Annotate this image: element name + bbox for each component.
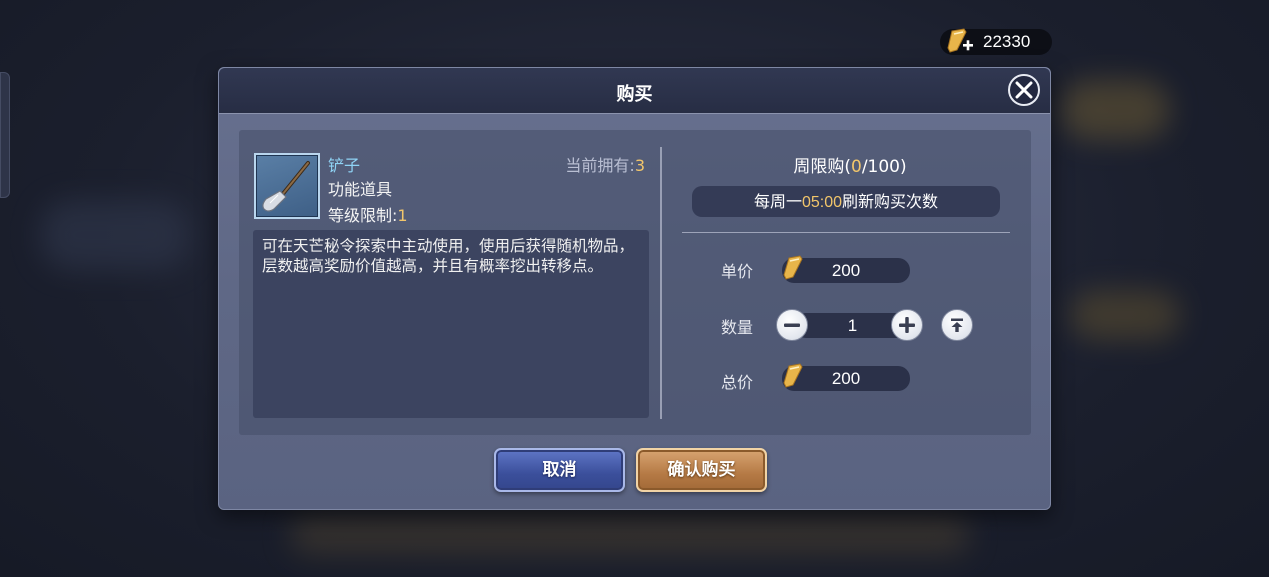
item-level-limit: 等级限制:1	[328, 202, 408, 226]
purchase-dialog: 购买 铲子 功能道具 等级限制:1 当前拥有:3 可在天芒秘令探索中主动使用，使…	[218, 67, 1051, 510]
weekly-limit: 周限购(0/100)	[684, 152, 1016, 177]
weekly-limit-bought: 0	[850, 157, 862, 177]
confirm-purchase-button[interactable]: 确认购买	[636, 448, 767, 492]
minus-icon	[784, 323, 800, 327]
refresh-suffix: 刷新购买次数	[842, 192, 939, 211]
background-blur	[40, 200, 190, 270]
weekly-limit-open: (	[844, 157, 851, 177]
weekly-limit-max: 100	[867, 157, 900, 177]
item-name: 铲子	[328, 156, 361, 175]
background-blur	[1060, 80, 1170, 140]
quantity-label: 数量	[721, 318, 754, 337]
item-level-value: 1	[397, 206, 408, 225]
background-blur	[290, 515, 970, 555]
cancel-button[interactable]: 取消	[494, 448, 625, 492]
total-price-display: 200	[782, 363, 910, 391]
shovel-icon	[262, 161, 310, 212]
vertical-divider	[660, 147, 662, 419]
side-tab	[0, 72, 10, 198]
dialog-header: 购买	[219, 68, 1050, 114]
item-description: 可在天芒秘令探索中主动使用，使用后获得随机物品，层数越高奖励价值越高，并且有概率…	[262, 237, 635, 275]
item-icon-frame[interactable]	[254, 153, 320, 219]
content-panel: 铲子 功能道具 等级限制:1 当前拥有:3 可在天芒秘令探索中主动使用，使用后获…	[239, 130, 1031, 435]
refresh-info: 每周一05:00刷新购买次数	[692, 186, 1000, 217]
item-level-label: 等级限制:	[328, 206, 398, 225]
dialog-title: 购买	[616, 84, 653, 105]
currency-display[interactable]: 22330	[940, 26, 1052, 56]
currency-amount: 22330	[983, 32, 1031, 51]
owned-count: 当前拥有:3	[565, 152, 645, 176]
owned-label: 当前拥有:	[565, 156, 635, 175]
plus-icon	[899, 317, 915, 333]
horizontal-divider	[682, 232, 1010, 233]
refresh-prefix: 每周一	[753, 192, 802, 211]
unit-price-label: 单价	[721, 262, 754, 281]
unit-price-display: 200	[782, 255, 910, 283]
item-type: 功能道具	[328, 180, 393, 199]
total-price-value: 200	[831, 369, 861, 388]
max-quantity-button[interactable]	[941, 309, 973, 341]
unit-price-value: 200	[831, 261, 861, 280]
refresh-time: 05:00	[801, 194, 843, 211]
total-price-label: 总价	[721, 373, 754, 392]
max-icon	[951, 318, 963, 332]
weekly-limit-close: )	[900, 157, 907, 177]
decrease-quantity-button[interactable]	[776, 309, 808, 341]
background-blur	[1070, 290, 1180, 340]
close-icon	[1015, 81, 1033, 99]
weekly-limit-label: 周限购	[793, 157, 845, 177]
close-button[interactable]	[1008, 74, 1040, 106]
item-description-box: 可在天芒秘令探索中主动使用，使用后获得随机物品，层数越高奖励价值越高，并且有概率…	[253, 230, 649, 418]
owned-value: 3	[634, 156, 645, 175]
gold-scroll-plus-icon[interactable]	[944, 26, 974, 56]
increase-quantity-button[interactable]	[891, 309, 923, 341]
